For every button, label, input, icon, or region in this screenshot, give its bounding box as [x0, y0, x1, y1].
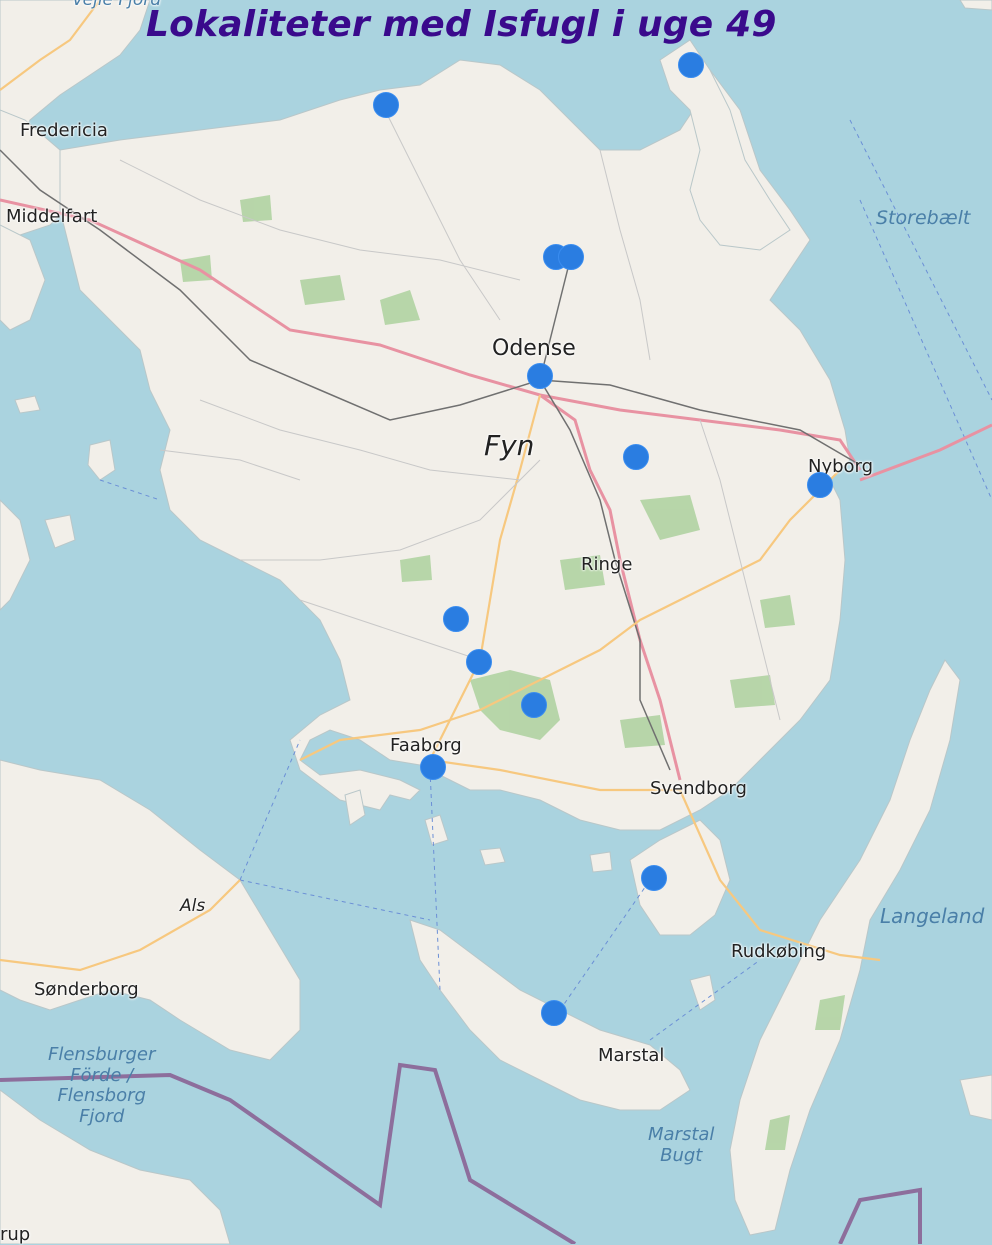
- location-marker[interactable]: [527, 363, 553, 389]
- location-marker[interactable]: [541, 1000, 567, 1026]
- location-marker[interactable]: [443, 606, 469, 632]
- location-marker[interactable]: [420, 754, 446, 780]
- label-flensburger-forde: Flensburger Förde / Flensborg Fjord: [48, 1044, 156, 1128]
- label-ringe: Ringe: [581, 554, 633, 575]
- label-marstal-bugt: Marstal Bugt: [648, 1124, 715, 1166]
- location-marker[interactable]: [807, 472, 833, 498]
- label-vejle-fjord: Vejle Fjord: [72, 0, 162, 10]
- location-marker[interactable]: [466, 649, 492, 675]
- location-marker[interactable]: [558, 244, 584, 270]
- location-marker[interactable]: [623, 444, 649, 470]
- label-marstal: Marstal: [598, 1045, 665, 1066]
- location-marker[interactable]: [521, 692, 547, 718]
- location-marker[interactable]: [678, 52, 704, 78]
- label-storebaelt: Storebælt: [876, 207, 971, 229]
- label-rup: rup: [0, 1224, 31, 1245]
- label-fyn: Fyn: [484, 429, 535, 462]
- location-marker[interactable]: [373, 92, 399, 118]
- label-langeland: Langeland: [880, 904, 985, 928]
- island-6: [479, 847, 506, 866]
- map-title: Lokaliteter med Isfugl i uge 49: [146, 4, 777, 45]
- label-middelfart: Middelfart: [6, 206, 98, 227]
- label-als: Als: [180, 896, 206, 916]
- location-marker[interactable]: [641, 865, 667, 891]
- label-sonderborg: Sønderborg: [34, 979, 139, 1000]
- label-odense: Odense: [492, 336, 576, 361]
- label-svendborg: Svendborg: [650, 778, 747, 799]
- island-7: [589, 851, 613, 873]
- label-faaborg: Faaborg: [390, 735, 462, 756]
- label-fredericia: Fredericia: [20, 120, 108, 141]
- label-rudkobing: Rudkøbing: [731, 941, 827, 962]
